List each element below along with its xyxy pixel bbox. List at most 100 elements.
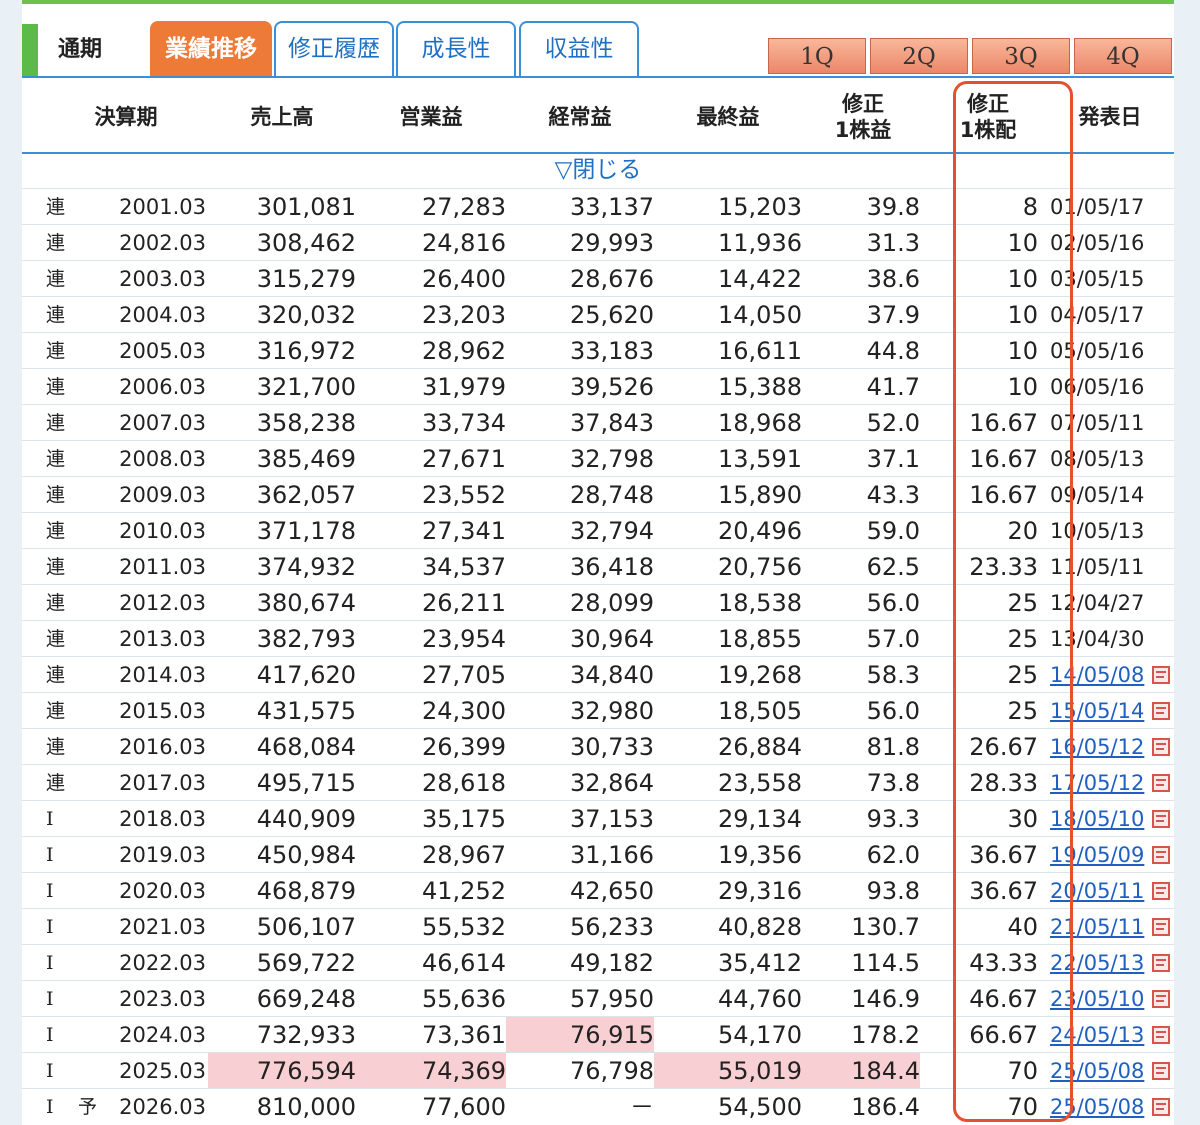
row-eps: 57.0 <box>866 625 920 653</box>
row-operating-income: 27,283 <box>422 193 506 221</box>
period-label: 通期 <box>22 24 142 76</box>
header-operating-income: 営業益 <box>399 105 463 129</box>
announce-date-link[interactable]: 25/05/08 <box>1050 1089 1152 1124</box>
tab-revision-history[interactable]: 修正履歴 <box>274 21 394 76</box>
quarter-button-2q[interactable]: 2Q <box>870 38 968 74</box>
table-row: 連 2007.03 358,238 33,734 37,843 18,968 52.0 16.… <box>22 404 1174 440</box>
tab-profitability[interactable]: 収益性 <box>519 21 639 76</box>
forecast-mark <box>78 693 98 728</box>
row-ordinary-income: 32,794 <box>570 517 654 545</box>
pdf-icon[interactable] <box>1152 702 1170 720</box>
row-dividend: 70 <box>1007 1093 1038 1121</box>
announce-date-link[interactable]: 24/05/13 <box>1050 1017 1152 1052</box>
forecast-mark <box>78 801 98 836</box>
quarter-button-1q[interactable]: 1Q <box>768 38 866 74</box>
row-eps: 59.0 <box>866 517 920 545</box>
row-operating-income: 27,671 <box>422 445 506 473</box>
announce-date-link[interactable]: 22/05/13 <box>1050 945 1152 980</box>
pdf-icon[interactable] <box>1152 1098 1170 1116</box>
forecast-mark <box>78 441 98 476</box>
row-dividend: 25 <box>1007 589 1038 617</box>
row-revenue: 362,057 <box>256 481 356 509</box>
pdf-icon[interactable] <box>1152 918 1170 936</box>
row-period: 2016.03 <box>119 735 206 759</box>
announce-date-link[interactable]: 21/05/11 <box>1050 909 1152 944</box>
row-ordinary-income: 32,864 <box>570 769 654 797</box>
announce-date: 13/04/30 <box>1050 627 1145 651</box>
row-dividend: 10 <box>1007 373 1038 401</box>
row-ordinary-income: 28,099 <box>570 589 654 617</box>
announce-date-link[interactable]: 16/05/12 <box>1050 729 1152 764</box>
table-row: 連 2012.03 380,674 26,211 28,099 18,538 56.0 25 1… <box>22 584 1174 620</box>
row-net-income: 19,268 <box>718 661 802 689</box>
pdf-icon[interactable] <box>1152 666 1170 684</box>
announce-date-link[interactable]: 14/05/08 <box>1050 657 1152 692</box>
announce-date-link[interactable]: 25/05/08 <box>1050 1053 1152 1088</box>
announce-date-link[interactable]: 17/05/12 <box>1050 765 1152 800</box>
table-row: 連 2009.03 362,057 23,552 28,748 15,890 43.3 16.… <box>22 476 1174 512</box>
tab-performance[interactable]: 業績推移 <box>150 21 272 76</box>
row-dividend: 10 <box>1007 265 1038 293</box>
table-row: I 2023.03 669,248 55,636 57,950 44,760 146.9 46… <box>22 980 1174 1016</box>
row-period: 2020.03 <box>119 879 206 903</box>
forecast-mark <box>78 981 98 1016</box>
row-eps: 130.7 <box>851 913 920 941</box>
row-net-income: 14,050 <box>718 301 802 329</box>
pdf-icon[interactable] <box>1152 738 1170 756</box>
row-period: 2009.03 <box>119 483 206 507</box>
forecast-mark <box>78 873 98 908</box>
forecast-mark <box>78 657 98 692</box>
announce-date-link[interactable]: 23/05/10 <box>1050 981 1152 1016</box>
quarter-button-3q[interactable]: 3Q <box>972 38 1070 74</box>
pdf-icon[interactable] <box>1152 1062 1170 1080</box>
row-operating-income: 24,816 <box>422 229 506 257</box>
row-period: 2014.03 <box>119 663 206 687</box>
row-revenue: 358,238 <box>256 409 356 437</box>
row-dividend: 10 <box>1007 337 1038 365</box>
header-net-income: 最終益 <box>696 105 760 129</box>
announce-date-link[interactable]: 19/05/09 <box>1050 837 1152 872</box>
row-revenue: 569,722 <box>256 949 356 977</box>
table-row: 連 2003.03 315,279 26,400 28,676 14,422 38.6 10 0… <box>22 260 1174 296</box>
forecast-mark <box>78 1017 98 1052</box>
row-eps: 186.4 <box>851 1093 920 1121</box>
row-revenue: 301,081 <box>256 193 356 221</box>
announce-date-link[interactable]: 15/05/14 <box>1050 693 1152 728</box>
row-revenue: 810,000 <box>256 1093 356 1121</box>
table-row: I 予 2026.03 810,000 77,600 － 54,500 186.4 70 25/0… <box>22 1088 1174 1124</box>
table-row: 連 2006.03 321,700 31,979 39,526 15,388 41.7 10 0… <box>22 368 1174 404</box>
table-row: 連 2017.03 495,715 28,618 32,864 23,558 73.8 28.… <box>22 764 1174 800</box>
pdf-icon[interactable] <box>1152 954 1170 972</box>
row-dividend: 23.33 <box>969 553 1038 581</box>
pdf-icon[interactable] <box>1152 774 1170 792</box>
row-operating-income: 26,399 <box>422 733 506 761</box>
pdf-icon[interactable] <box>1152 882 1170 900</box>
row-net-income: 20,496 <box>718 517 802 545</box>
row-eps: 62.5 <box>866 553 920 581</box>
pdf-icon[interactable] <box>1152 1026 1170 1044</box>
forecast-mark <box>78 621 98 656</box>
tab-growth[interactable]: 成長性 <box>396 21 516 76</box>
row-dividend: 43.33 <box>969 949 1038 977</box>
announce-date-link[interactable]: 20/05/11 <box>1050 873 1152 908</box>
forecast-mark <box>78 405 98 440</box>
row-period: 2008.03 <box>119 447 206 471</box>
table-row: 連 2004.03 320,032 23,203 25,620 14,050 37.9 10 0… <box>22 296 1174 332</box>
row-eps: 56.0 <box>866 589 920 617</box>
row-type: 連 <box>46 700 66 722</box>
close-toggle-link[interactable]: ▽閉じる <box>22 154 1174 188</box>
pdf-icon[interactable] <box>1152 990 1170 1008</box>
header-announce-date: 発表日 <box>1078 105 1142 129</box>
announce-date-link[interactable]: 18/05/10 <box>1050 801 1152 836</box>
forecast-mark <box>78 189 98 224</box>
row-ordinary-income: 33,183 <box>570 337 654 365</box>
pdf-icon[interactable] <box>1152 810 1170 828</box>
table-row: 連 2015.03 431,575 24,300 32,980 18,505 56.0 25 1… <box>22 692 1174 728</box>
forecast-mark <box>78 585 98 620</box>
forecast-mark <box>78 945 98 980</box>
quarter-button-4q[interactable]: 4Q <box>1074 38 1172 74</box>
row-operating-income: 23,954 <box>422 625 506 653</box>
pdf-icon[interactable] <box>1152 846 1170 864</box>
row-type: I <box>46 844 54 866</box>
row-ordinary-income: 28,748 <box>570 481 654 509</box>
